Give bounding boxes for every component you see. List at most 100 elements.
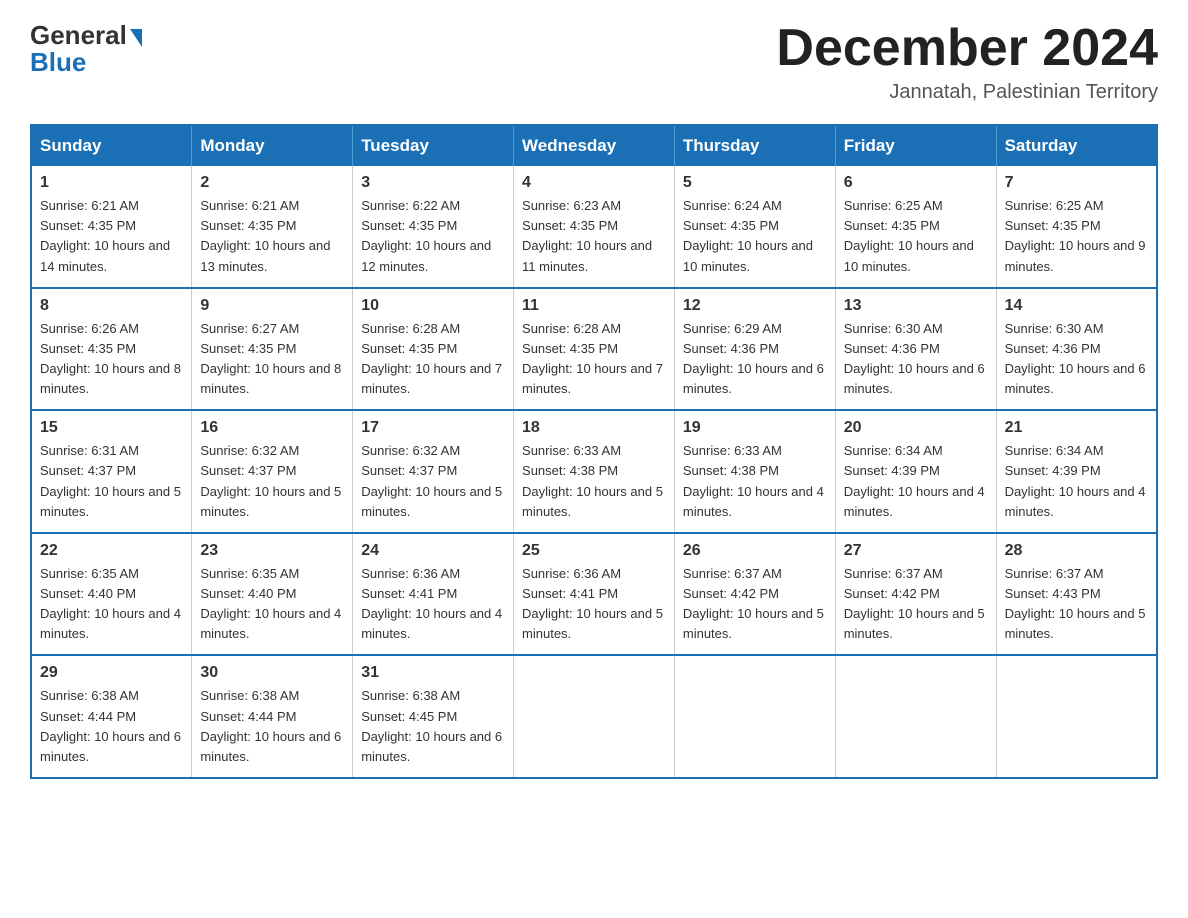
calendar-cell: 20 Sunrise: 6:34 AMSunset: 4:39 PMDaylig… — [835, 410, 996, 533]
calendar-cell: 5 Sunrise: 6:24 AMSunset: 4:35 PMDayligh… — [674, 166, 835, 288]
calendar-cell: 23 Sunrise: 6:35 AMSunset: 4:40 PMDaylig… — [192, 533, 353, 656]
page-header: General Blue December 2024 Jannatah, Pal… — [30, 20, 1158, 104]
day-info: Sunrise: 6:28 AMSunset: 4:35 PMDaylight:… — [361, 319, 505, 400]
day-number: 19 — [683, 419, 827, 437]
week-row-5: 29 Sunrise: 6:38 AMSunset: 4:44 PMDaylig… — [31, 655, 1157, 778]
day-info: Sunrise: 6:36 AMSunset: 4:41 PMDaylight:… — [522, 564, 666, 645]
day-number: 22 — [40, 542, 183, 560]
calendar-header-row: Sunday Monday Tuesday Wednesday Thursday… — [31, 125, 1157, 166]
calendar-cell: 24 Sunrise: 6:36 AMSunset: 4:41 PMDaylig… — [353, 533, 514, 656]
calendar-cell: 13 Sunrise: 6:30 AMSunset: 4:36 PMDaylig… — [835, 288, 996, 411]
day-number: 10 — [361, 297, 505, 315]
calendar-cell: 28 Sunrise: 6:37 AMSunset: 4:43 PMDaylig… — [996, 533, 1157, 656]
day-number: 26 — [683, 542, 827, 560]
calendar-cell: 16 Sunrise: 6:32 AMSunset: 4:37 PMDaylig… — [192, 410, 353, 533]
week-row-1: 1 Sunrise: 6:21 AMSunset: 4:35 PMDayligh… — [31, 166, 1157, 288]
week-row-2: 8 Sunrise: 6:26 AMSunset: 4:35 PMDayligh… — [31, 288, 1157, 411]
calendar-cell: 21 Sunrise: 6:34 AMSunset: 4:39 PMDaylig… — [996, 410, 1157, 533]
calendar-cell: 17 Sunrise: 6:32 AMSunset: 4:37 PMDaylig… — [353, 410, 514, 533]
week-row-4: 22 Sunrise: 6:35 AMSunset: 4:40 PMDaylig… — [31, 533, 1157, 656]
day-info: Sunrise: 6:21 AMSunset: 4:35 PMDaylight:… — [40, 196, 183, 277]
day-number: 14 — [1005, 297, 1148, 315]
day-number: 27 — [844, 542, 988, 560]
day-number: 13 — [844, 297, 988, 315]
day-info: Sunrise: 6:28 AMSunset: 4:35 PMDaylight:… — [522, 319, 666, 400]
day-number: 12 — [683, 297, 827, 315]
calendar-cell: 31 Sunrise: 6:38 AMSunset: 4:45 PMDaylig… — [353, 655, 514, 778]
day-info: Sunrise: 6:34 AMSunset: 4:39 PMDaylight:… — [1005, 441, 1148, 522]
calendar-cell: 7 Sunrise: 6:25 AMSunset: 4:35 PMDayligh… — [996, 166, 1157, 288]
calendar-cell: 26 Sunrise: 6:37 AMSunset: 4:42 PMDaylig… — [674, 533, 835, 656]
calendar-cell: 1 Sunrise: 6:21 AMSunset: 4:35 PMDayligh… — [31, 166, 192, 288]
day-info: Sunrise: 6:25 AMSunset: 4:35 PMDaylight:… — [844, 196, 988, 277]
day-info: Sunrise: 6:35 AMSunset: 4:40 PMDaylight:… — [40, 564, 183, 645]
day-number: 17 — [361, 419, 505, 437]
col-saturday: Saturday — [996, 125, 1157, 166]
calendar-cell — [674, 655, 835, 778]
logo: General Blue — [30, 20, 142, 78]
day-info: Sunrise: 6:23 AMSunset: 4:35 PMDaylight:… — [522, 196, 666, 277]
day-number: 5 — [683, 174, 827, 192]
col-sunday: Sunday — [31, 125, 192, 166]
day-number: 30 — [200, 664, 344, 682]
day-info: Sunrise: 6:21 AMSunset: 4:35 PMDaylight:… — [200, 196, 344, 277]
location-subtitle: Jannatah, Palestinian Territory — [776, 81, 1158, 104]
calendar-cell: 14 Sunrise: 6:30 AMSunset: 4:36 PMDaylig… — [996, 288, 1157, 411]
day-info: Sunrise: 6:33 AMSunset: 4:38 PMDaylight:… — [522, 441, 666, 522]
calendar-cell: 9 Sunrise: 6:27 AMSunset: 4:35 PMDayligh… — [192, 288, 353, 411]
day-info: Sunrise: 6:25 AMSunset: 4:35 PMDaylight:… — [1005, 196, 1148, 277]
day-info: Sunrise: 6:27 AMSunset: 4:35 PMDaylight:… — [200, 319, 344, 400]
calendar-cell — [996, 655, 1157, 778]
col-thursday: Thursday — [674, 125, 835, 166]
day-info: Sunrise: 6:34 AMSunset: 4:39 PMDaylight:… — [844, 441, 988, 522]
calendar-cell: 15 Sunrise: 6:31 AMSunset: 4:37 PMDaylig… — [31, 410, 192, 533]
month-title: December 2024 — [776, 20, 1158, 77]
week-row-3: 15 Sunrise: 6:31 AMSunset: 4:37 PMDaylig… — [31, 410, 1157, 533]
calendar-cell: 12 Sunrise: 6:29 AMSunset: 4:36 PMDaylig… — [674, 288, 835, 411]
day-number: 3 — [361, 174, 505, 192]
day-info: Sunrise: 6:38 AMSunset: 4:45 PMDaylight:… — [361, 686, 505, 767]
day-info: Sunrise: 6:38 AMSunset: 4:44 PMDaylight:… — [40, 686, 183, 767]
day-number: 24 — [361, 542, 505, 560]
day-info: Sunrise: 6:36 AMSunset: 4:41 PMDaylight:… — [361, 564, 505, 645]
day-info: Sunrise: 6:26 AMSunset: 4:35 PMDaylight:… — [40, 319, 183, 400]
day-info: Sunrise: 6:32 AMSunset: 4:37 PMDaylight:… — [361, 441, 505, 522]
calendar-cell: 3 Sunrise: 6:22 AMSunset: 4:35 PMDayligh… — [353, 166, 514, 288]
day-info: Sunrise: 6:37 AMSunset: 4:43 PMDaylight:… — [1005, 564, 1148, 645]
day-number: 25 — [522, 542, 666, 560]
day-number: 8 — [40, 297, 183, 315]
calendar-cell — [514, 655, 675, 778]
calendar-cell: 29 Sunrise: 6:38 AMSunset: 4:44 PMDaylig… — [31, 655, 192, 778]
col-monday: Monday — [192, 125, 353, 166]
day-info: Sunrise: 6:30 AMSunset: 4:36 PMDaylight:… — [1005, 319, 1148, 400]
calendar-cell: 30 Sunrise: 6:38 AMSunset: 4:44 PMDaylig… — [192, 655, 353, 778]
day-number: 11 — [522, 297, 666, 315]
day-info: Sunrise: 6:37 AMSunset: 4:42 PMDaylight:… — [844, 564, 988, 645]
day-info: Sunrise: 6:31 AMSunset: 4:37 PMDaylight:… — [40, 441, 183, 522]
day-number: 29 — [40, 664, 183, 682]
day-number: 23 — [200, 542, 344, 560]
calendar-cell: 27 Sunrise: 6:37 AMSunset: 4:42 PMDaylig… — [835, 533, 996, 656]
day-number: 7 — [1005, 174, 1148, 192]
day-number: 6 — [844, 174, 988, 192]
day-info: Sunrise: 6:22 AMSunset: 4:35 PMDaylight:… — [361, 196, 505, 277]
day-info: Sunrise: 6:32 AMSunset: 4:37 PMDaylight:… — [200, 441, 344, 522]
calendar-cell: 6 Sunrise: 6:25 AMSunset: 4:35 PMDayligh… — [835, 166, 996, 288]
col-tuesday: Tuesday — [353, 125, 514, 166]
day-info: Sunrise: 6:24 AMSunset: 4:35 PMDaylight:… — [683, 196, 827, 277]
day-number: 15 — [40, 419, 183, 437]
day-number: 1 — [40, 174, 183, 192]
day-number: 31 — [361, 664, 505, 682]
calendar-cell: 22 Sunrise: 6:35 AMSunset: 4:40 PMDaylig… — [31, 533, 192, 656]
logo-triangle-icon — [130, 29, 142, 47]
calendar-cell: 4 Sunrise: 6:23 AMSunset: 4:35 PMDayligh… — [514, 166, 675, 288]
col-wednesday: Wednesday — [514, 125, 675, 166]
calendar-cell: 25 Sunrise: 6:36 AMSunset: 4:41 PMDaylig… — [514, 533, 675, 656]
day-number: 20 — [844, 419, 988, 437]
day-info: Sunrise: 6:29 AMSunset: 4:36 PMDaylight:… — [683, 319, 827, 400]
col-friday: Friday — [835, 125, 996, 166]
day-number: 16 — [200, 419, 344, 437]
title-block: December 2024 Jannatah, Palestinian Terr… — [776, 20, 1158, 104]
day-info: Sunrise: 6:37 AMSunset: 4:42 PMDaylight:… — [683, 564, 827, 645]
calendar-cell: 11 Sunrise: 6:28 AMSunset: 4:35 PMDaylig… — [514, 288, 675, 411]
